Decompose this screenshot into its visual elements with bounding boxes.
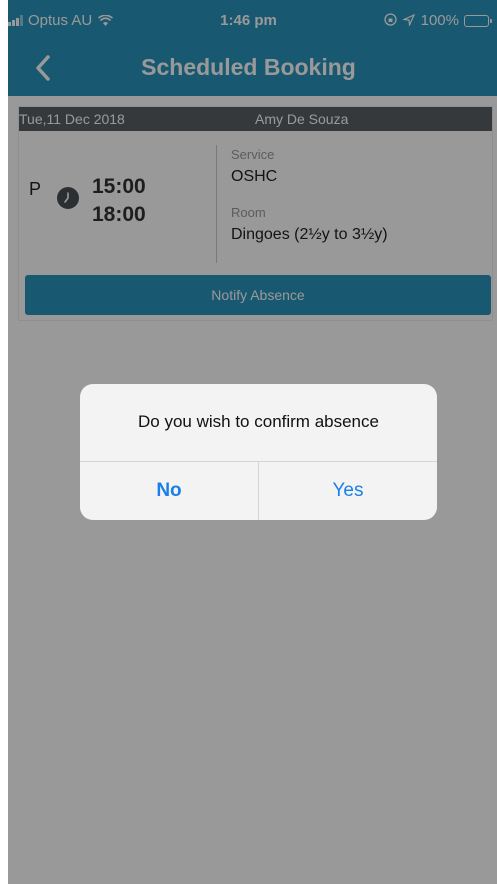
yes-button[interactable]: Yes — [259, 462, 437, 520]
screen-edge — [0, 0, 8, 884]
dialog-message: Do you wish to confirm absence — [138, 412, 379, 431]
confirm-absence-dialog: Do you wish to confirm absence No Yes — [80, 384, 437, 520]
no-button[interactable]: No — [80, 462, 258, 520]
